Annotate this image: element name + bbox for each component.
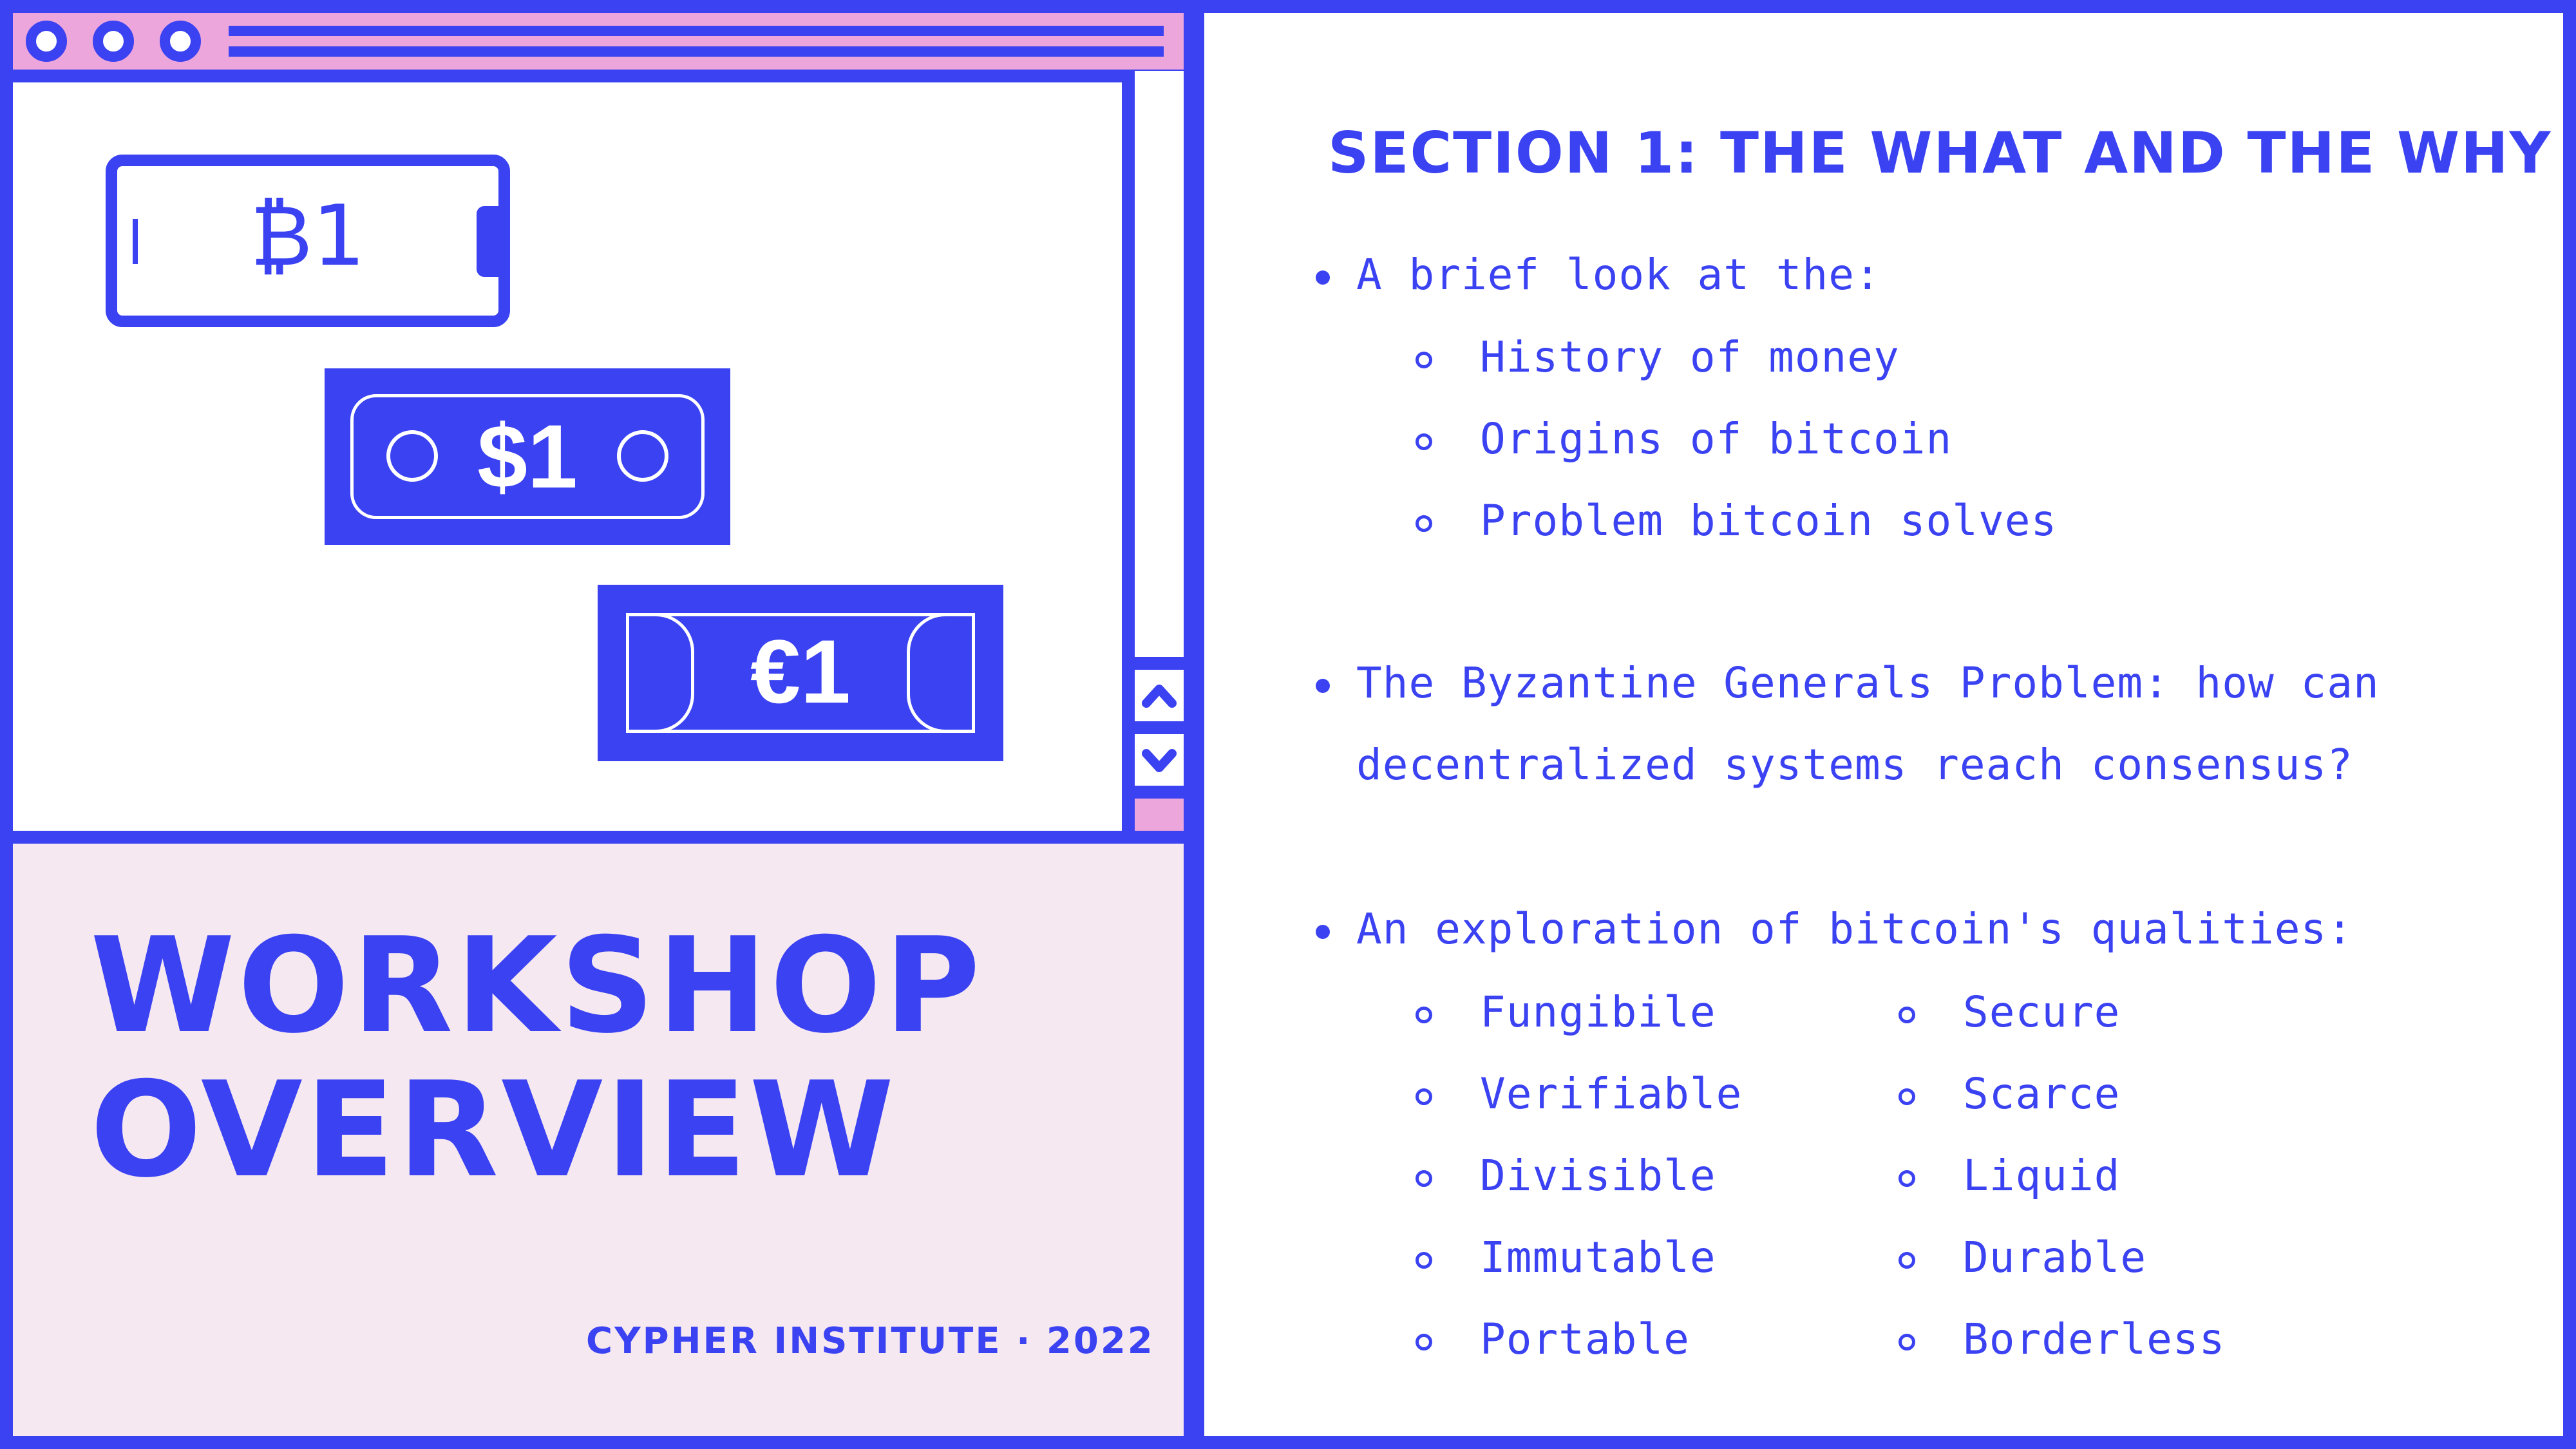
dollar-amount-label: $1 xyxy=(477,406,578,507)
sub-bullet-icon xyxy=(1899,1252,1915,1269)
sub-bullet-icon xyxy=(1416,1170,1432,1187)
chevron-down-icon xyxy=(1142,749,1177,772)
sub-bullet-icon xyxy=(1416,1334,1432,1350)
sub-bullet-icon xyxy=(1899,1007,1915,1023)
bullet-text: The Byzantine Generals Problem: how can xyxy=(1356,658,2380,708)
title-line-2: OVERVIEW xyxy=(90,1054,897,1207)
list-item: Problem bitcoin solves xyxy=(1480,496,2058,545)
sub-bullet-icon xyxy=(1416,1007,1432,1023)
window-dot-icon[interactable] xyxy=(93,21,134,62)
scroll-down-button[interactable] xyxy=(1122,721,1184,786)
sub-bullet-icon xyxy=(1416,515,1432,532)
sub-bullet-icon xyxy=(1899,1170,1915,1187)
sub-bullet-icon xyxy=(1416,1088,1432,1105)
page-title: WORKSHOP OVERVIEW xyxy=(90,910,983,1207)
sub-bullet-icon xyxy=(1899,1334,1915,1350)
bullet-text-continued: decentralized systems reach consensus? xyxy=(1356,740,2353,790)
section-title: SECTION 1: THE WHAT AND THE WHY xyxy=(1328,120,2552,186)
sub-bullet-icon xyxy=(1416,352,1432,368)
sub-bullet-icon xyxy=(1899,1088,1915,1105)
window-dot-icon[interactable] xyxy=(160,21,201,62)
sub-bullet-icon xyxy=(1416,433,1432,450)
bitcoin-amount-label: ₿1 xyxy=(250,187,366,285)
bullet-icon xyxy=(1316,270,1330,285)
list-item: Fungibile xyxy=(1480,987,1716,1037)
bullet-icon xyxy=(1316,679,1330,693)
list-item: Origins of bitcoin xyxy=(1480,414,1953,464)
bullet-icon xyxy=(1316,925,1330,939)
bullet-text: An exploration of bitcoin's qualities: xyxy=(1356,904,2353,954)
window-dot-icon[interactable] xyxy=(26,21,67,62)
titlebar-line xyxy=(229,46,1164,57)
list-item: Divisible xyxy=(1480,1151,1716,1200)
list-item: Verifiable xyxy=(1480,1069,1743,1119)
list-item: History of money xyxy=(1480,332,1900,382)
list-item: Scarce xyxy=(1963,1069,2121,1119)
bullet-text: A brief look at the: xyxy=(1356,250,1881,299)
list-item: Borderless xyxy=(1963,1314,2226,1364)
content-pane xyxy=(1191,0,2576,1449)
title-line-1: WORKSHOP xyxy=(90,910,983,1063)
titlebar-line xyxy=(229,26,1164,36)
chevron-up-icon xyxy=(1142,685,1177,708)
list-item: Secure xyxy=(1963,987,2121,1037)
scroll-up-button[interactable] xyxy=(1122,657,1184,721)
footer-credit: CYPHER INSTITUTE · 2022 xyxy=(586,1320,1155,1362)
sub-bullet-icon xyxy=(1416,1252,1432,1269)
list-item: Portable xyxy=(1480,1314,1690,1364)
list-item: Immutable xyxy=(1480,1233,1716,1282)
list-item: Durable xyxy=(1963,1233,2147,1282)
euro-amount-label: €1 xyxy=(750,621,851,722)
list-item: Liquid xyxy=(1963,1151,2121,1200)
